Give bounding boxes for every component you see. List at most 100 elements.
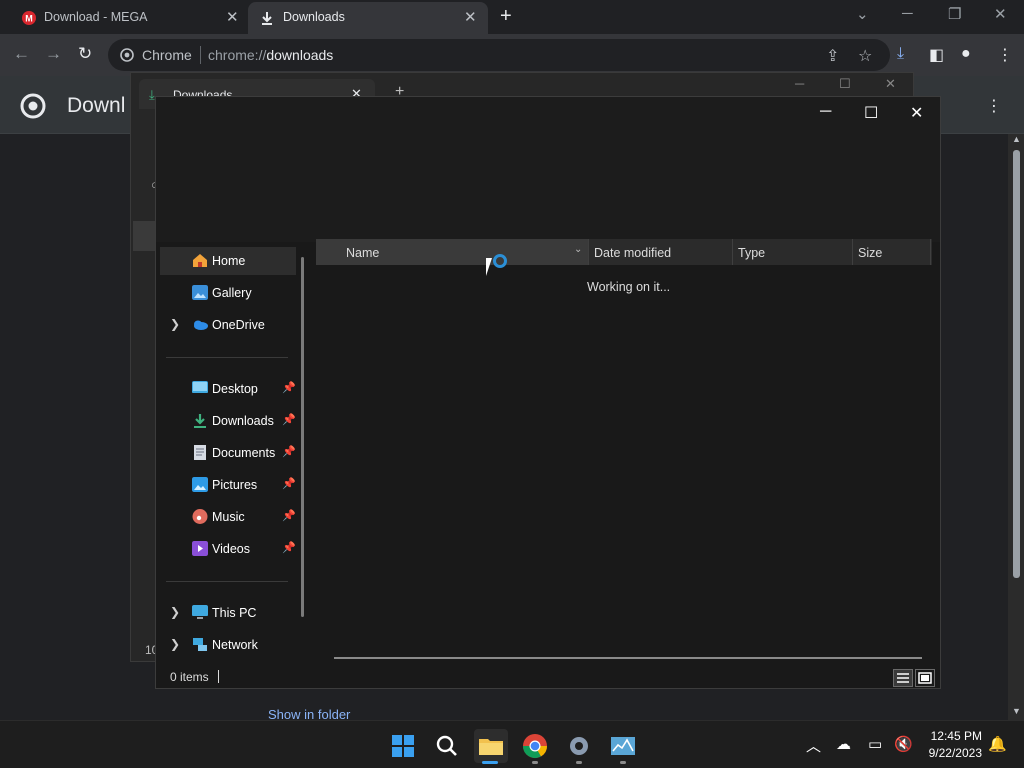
mega-icon: M	[22, 11, 36, 25]
nav-label: OneDrive	[212, 318, 265, 332]
settings-button[interactable]	[562, 729, 596, 763]
column-divider[interactable]	[588, 239, 589, 265]
sort-chevron-icon[interactable]: ⌄	[574, 244, 582, 255]
maximize-icon[interactable]: ☐	[864, 103, 878, 123]
reload-icon[interactable]: ↻	[78, 44, 92, 64]
nav-item-documents[interactable]: Documents 📌	[160, 439, 296, 467]
downloads-folder-icon	[194, 414, 206, 428]
horizontal-scrollbar[interactable]	[334, 657, 922, 659]
close-tab-icon[interactable]: ✕	[464, 8, 477, 26]
details-view-button[interactable]	[893, 669, 913, 687]
nav-item-videos[interactable]: Videos 📌	[160, 535, 296, 563]
nav-item-this-pc[interactable]: ❯ This PC	[160, 599, 296, 627]
nav-item-pictures[interactable]: Pictures 📌	[160, 471, 296, 499]
chevron-right-icon[interactable]: ❯	[170, 637, 180, 651]
large-icons-view-icon	[918, 672, 932, 684]
profile-icon[interactable]: ●	[961, 45, 971, 63]
tab-downloads[interactable]: Downloads ✕	[248, 2, 488, 34]
home-icon	[193, 254, 207, 267]
pin-icon[interactable]: 📌	[282, 413, 296, 426]
downloads-icon[interactable]: ⤓	[897, 45, 904, 63]
column-name[interactable]: Name	[346, 246, 379, 260]
chrome-button[interactable]	[518, 729, 552, 763]
column-type[interactable]: Type	[738, 246, 765, 260]
chevron-right-icon[interactable]: ❯	[170, 605, 180, 619]
pin-icon[interactable]: 📌	[282, 477, 296, 490]
nav-label: This PC	[212, 606, 257, 620]
chevron-right-icon[interactable]: ❯	[170, 317, 180, 331]
volume-muted-icon[interactable]: 🔇	[894, 735, 913, 753]
close-tab-icon[interactable]: ✕	[226, 8, 239, 26]
display-icon[interactable]: ▭	[868, 735, 882, 753]
url-main: downloads	[266, 47, 334, 63]
bookmark-star-icon[interactable]: ☆	[858, 46, 872, 66]
page-scrollbar[interactable]: ▲ ▼	[1008, 134, 1024, 720]
side-panel-icon[interactable]: ◧	[929, 45, 944, 65]
column-divider[interactable]	[930, 239, 931, 265]
large-icons-view-button[interactable]	[915, 669, 935, 687]
menu-icon[interactable]: ⋮	[997, 45, 1013, 65]
clock-date[interactable]: 9/22/2023	[916, 746, 982, 760]
loading-message: Working on it...	[587, 280, 671, 294]
show-hidden-icons-icon[interactable]: ︿	[806, 735, 821, 756]
search-icon	[436, 735, 457, 756]
start-button[interactable]	[386, 729, 420, 763]
nav-label: Documents	[212, 446, 276, 460]
share-icon[interactable]: ⇪	[826, 46, 839, 66]
nav-item-home[interactable]: Home	[160, 247, 296, 275]
tab-search-icon[interactable]: ⌄	[856, 5, 869, 23]
nav-item-network[interactable]: ❯ Network	[160, 631, 296, 659]
maximize-icon: ☐	[839, 76, 851, 91]
close-window-icon[interactable]: ✕	[994, 5, 1007, 23]
pin-icon[interactable]: 📌	[282, 541, 296, 554]
pin-icon[interactable]: 📌	[282, 381, 296, 394]
nav-label: Desktop	[212, 382, 258, 396]
onedrive-tray-icon[interactable]: ☁	[836, 735, 851, 753]
nav-item-desktop[interactable]: Desktop 📌	[160, 375, 296, 403]
tab-mega[interactable]: M Download - MEGA ✕	[0, 2, 246, 34]
nav-scrollbar[interactable]	[301, 257, 304, 617]
scrollbar-thumb[interactable]	[1013, 150, 1020, 578]
nav-item-music[interactable]: Music 📌	[160, 503, 296, 531]
search-button[interactable]	[430, 729, 464, 763]
running-app-indicator	[620, 761, 626, 764]
nav-label: Videos	[212, 542, 250, 556]
close-icon[interactable]: ✕	[910, 103, 923, 123]
nav-label: Home	[212, 254, 246, 268]
column-date-modified[interactable]: Date modified	[594, 246, 671, 260]
column-divider[interactable]	[732, 239, 733, 265]
task-manager-button[interactable]	[606, 729, 640, 763]
back-icon[interactable]: ←	[13, 44, 30, 64]
nav-item-gallery[interactable]: Gallery	[160, 279, 296, 307]
scroll-up-icon[interactable]: ▲	[1012, 134, 1021, 144]
navigation-pane: Home Gallery ❯ OneDrive Desktop 📌 Downlo…	[158, 243, 313, 663]
new-tab-button[interactable]: +	[500, 5, 512, 28]
browser-tab-strip: M Download - MEGA ✕ Downloads ✕ + ⌄ ─ ❐ …	[0, 0, 1024, 34]
download-icon: ⤓	[149, 87, 155, 102]
settings-icon	[570, 737, 588, 755]
gallery-icon	[192, 285, 208, 300]
minimize-icon[interactable]: ─	[820, 103, 831, 121]
pin-icon[interactable]: 📌	[282, 509, 296, 522]
forward-icon[interactable]: →	[45, 44, 62, 64]
nav-label: Music	[212, 510, 245, 524]
scroll-down-icon[interactable]: ▼	[1012, 706, 1021, 716]
page-menu-icon[interactable]: ⋮	[986, 96, 1002, 116]
address-bar[interactable]: Chrome chrome://downloads ⇪ ☆	[108, 39, 890, 71]
pin-icon[interactable]: 📌	[282, 445, 296, 458]
chrome-icon	[523, 734, 547, 759]
minimize-icon[interactable]: ─	[902, 5, 913, 22]
nav-item-onedrive[interactable]: ❯ OneDrive	[160, 311, 296, 339]
restore-icon[interactable]: ❐	[948, 5, 961, 23]
clock-time[interactable]: 12:45 PM	[922, 729, 982, 743]
column-divider[interactable]	[852, 239, 853, 265]
active-app-indicator	[482, 761, 498, 764]
file-explorer-button[interactable]	[474, 729, 508, 763]
column-size[interactable]: Size	[858, 246, 882, 260]
notifications-bell-icon[interactable]: 🔔	[988, 735, 1007, 753]
nav-item-downloads[interactable]: Downloads 📌	[160, 407, 296, 435]
videos-icon	[192, 541, 208, 556]
download-icon	[262, 12, 272, 25]
desktop-icon	[192, 381, 208, 393]
address-divider	[200, 46, 201, 64]
